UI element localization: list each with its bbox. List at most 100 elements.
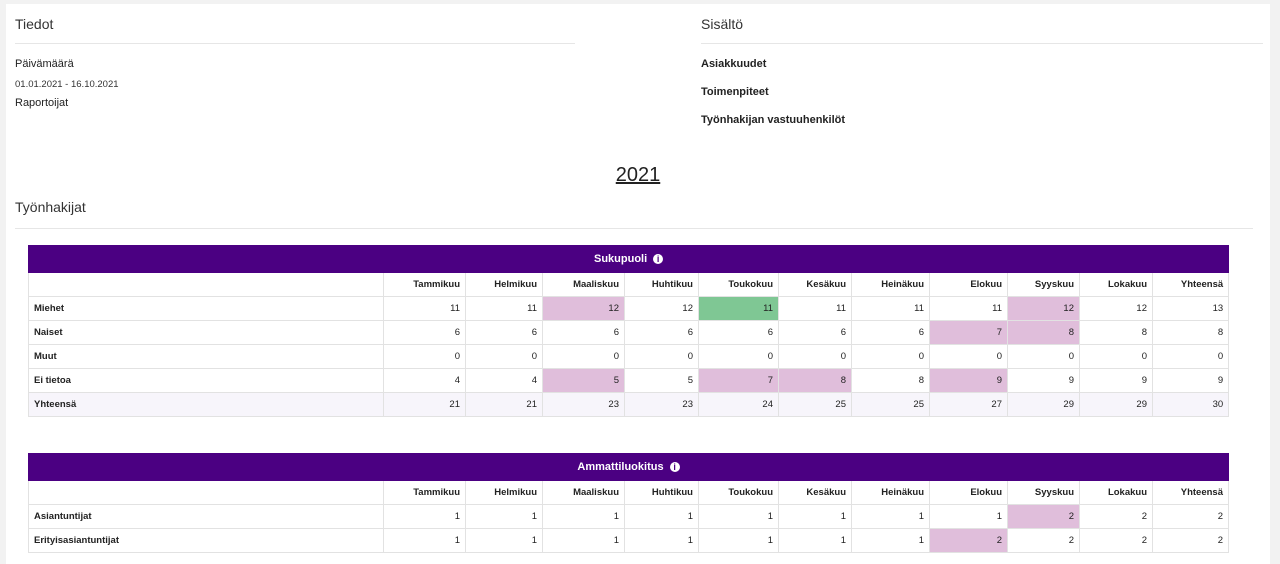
column-header-heinakuu: Heinäkuu [851,272,930,297]
column-header-elokuu: Elokuu [929,272,1008,297]
section-title: Työnhakijat [15,199,1253,229]
table-title-band: Sukupuoli i [27,245,1230,273]
table-cell: 1 [542,504,625,529]
table-cell: 1 [851,504,930,529]
date-label: Päivämäärä [15,58,74,70]
content-item-asiakkuudet[interactable]: Asiakkuudet [701,58,766,70]
table-cell: 0 [1151,344,1230,369]
table-cell: 13 [1151,296,1230,321]
content-item-toimenpiteet[interactable]: Toimenpiteet [701,86,769,98]
column-header-helmikuu: Helmikuu [465,480,543,505]
column-header-huhtikuu: Huhtikuu [624,480,699,505]
column-header-tammikuu: Tammikuu [383,480,466,505]
column-header-huhtikuu: Huhtikuu [624,272,699,297]
table-cell: 0 [1079,344,1153,369]
table-cell: 12 [1079,296,1153,321]
table-cell: 6 [698,320,779,345]
column-header-kesakuu: Kesäkuu [778,480,852,505]
table-cell: 4 [383,368,466,393]
table-cell: 4 [465,368,543,393]
table-cell: 11 [698,296,779,321]
table-cell: 8 [1007,320,1080,345]
table-cell: 0 [851,344,930,369]
year-link[interactable]: 2021 [6,164,1270,187]
column-header-toukokuu: Toukokuu [698,480,779,505]
table-title: Ammattiluokitus [577,461,664,473]
table-cell: 8 [1151,320,1230,345]
table-cell: 5 [542,368,625,393]
table-cell: 7 [698,368,779,393]
table-cell: 29 [1007,392,1080,417]
table-row: Ei tietoa 4 4 5 5 7 8 8 9 9 9 9 [28,368,1230,393]
table-cell: 6 [851,320,930,345]
info-title: Tiedot [15,16,575,44]
table-cell: 1 [929,504,1008,529]
column-header-toukokuu: Toukokuu [698,272,779,297]
row-label: Yhteensä [28,392,384,417]
table-cell: 6 [778,320,852,345]
column-header-yhteensa: Yhteensä [1152,480,1229,505]
table-cell: 9 [1079,368,1153,393]
table-cell: 11 [465,296,543,321]
table-cell: 11 [383,296,466,321]
table-cell: 6 [383,320,466,345]
column-header-syyskuu: Syyskuu [1007,480,1080,505]
table-cell: 6 [624,320,699,345]
table-row: Muut 0 0 0 0 0 0 0 0 0 0 0 [28,344,1230,369]
table-cell: 23 [624,392,699,417]
table-cell: 2 [1007,504,1080,529]
column-header-tammikuu: Tammikuu [383,272,466,297]
table-cell: 8 [1079,320,1153,345]
table-cell: 9 [1151,368,1230,393]
table-cell: 12 [542,296,625,321]
info-icon[interactable]: i [669,462,680,472]
table-cell: 0 [383,344,466,369]
content-item-vastuuhenkilot[interactable]: Työnhakijan vastuuhenkilöt [701,114,845,126]
table-cell: 1 [624,504,699,529]
table-row: Naiset 6 6 6 6 6 6 6 7 8 8 8 [28,320,1230,345]
table-cell: 27 [929,392,1008,417]
column-header-yhteensa: Yhteensä [1151,272,1230,297]
table-cell: 25 [778,392,852,417]
table-cell: 12 [624,296,699,321]
table-cell: 5 [624,368,699,393]
table-cell: 0 [929,344,1008,369]
table-cell: 1 [465,504,543,529]
table-cell: 25 [851,392,930,417]
column-header-kesakuu: Kesäkuu [778,272,852,297]
table-title-band: Ammattiluokitus i [28,453,1229,481]
table-cell: 30 [1151,392,1230,417]
table-cell: 8 [851,368,930,393]
table-cell: 11 [851,296,930,321]
table-cell: 9 [929,368,1008,393]
table-cell: 0 [465,344,543,369]
table-cell: 2 [1152,504,1229,529]
column-header-syyskuu: Syyskuu [1007,272,1080,297]
table-cell: 0 [542,344,625,369]
table-row: Asiantuntijat 1 1 1 1 1 1 1 1 2 2 2 [28,504,1229,529]
table-cell: 21 [465,392,543,417]
table-cell: 12 [1007,296,1080,321]
date-range: 01.01.2021 - 16.10.2021 [15,79,119,90]
table-cell: 24 [698,392,779,417]
column-header-maaliskuu: Maaliskuu [542,272,625,297]
content-title: Sisältö [701,16,1263,44]
table-cell: 29 [1079,392,1153,417]
table-cell: 7 [929,320,1008,345]
table-cell: 0 [624,344,699,369]
table-cell: 8 [778,368,852,393]
header-blank [28,480,384,505]
row-label: Naiset [28,320,384,345]
reporters-label: Raportoijat [15,97,69,109]
info-icon[interactable]: i [653,254,664,264]
row-label: Muut [28,344,384,369]
table-cell: 2 [1079,504,1153,529]
column-header-heinakuu: Heinäkuu [851,480,930,505]
column-header-maaliskuu: Maaliskuu [542,480,625,505]
report-card: Tiedot Päivämäärä 01.01.2021 - 16.10.202… [6,4,1270,564]
row-label: Ei tietoa [28,368,384,393]
table-cell: 0 [778,344,852,369]
gender-table: Sukupuoli i Tammikuu Helmikuu Maaliskuu Huhti… [27,245,1230,417]
table-cell: 1 [698,504,779,529]
column-header-helmikuu: Helmikuu [465,272,543,297]
